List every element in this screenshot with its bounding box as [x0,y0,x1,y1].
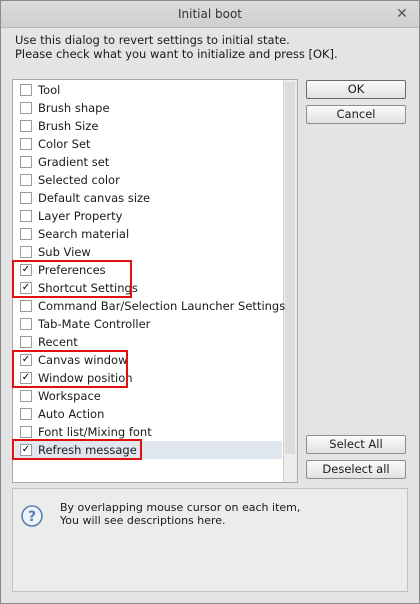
svg-text:?: ? [28,509,36,525]
checkbox-checked[interactable]: ✓ [20,444,32,456]
checkbox-unchecked[interactable] [20,84,32,96]
checkbox-unchecked[interactable] [20,336,32,348]
checkbox-checked[interactable]: ✓ [20,372,32,384]
checkbox-unchecked[interactable] [20,138,32,150]
checkbox-checked[interactable]: ✓ [20,282,32,294]
settings-checklist[interactable]: Tool Brush shape Brush Size Color Set Gradie… [12,79,298,483]
checklist-item-label: Brush Size [38,119,99,133]
checklist-item[interactable]: Layer Property [15,207,282,225]
checkbox-unchecked[interactable] [20,228,32,240]
title-bar: Initial boot ✕ [1,1,419,28]
checklist-item[interactable]: Tab-Mate Controller [15,315,282,333]
checkbox-unchecked[interactable] [20,246,32,258]
checklist-item[interactable]: Brush Size [15,117,282,135]
checkbox-unchecked[interactable] [20,192,32,204]
checklist-item-label: Tool [38,83,61,97]
checklist-item-label: Auto Action [38,407,105,421]
checklist-item[interactable]: ✓ Preferences [15,261,282,279]
checklist-item-label: Selected color [38,173,120,187]
checkbox-unchecked[interactable] [20,318,32,330]
checklist-item-label: Workspace [38,389,101,403]
checklist-item[interactable]: Sub View [15,243,282,261]
deselect-all-button[interactable]: Deselect all [306,460,406,479]
checklist-item-label: Default canvas size [38,191,151,205]
checklist-item[interactable]: Auto Action [15,405,282,423]
checklist-item-label: Refresh message [38,443,137,457]
ok-button[interactable]: OK [306,80,406,99]
checklist-item-label: Preferences [38,263,106,277]
select-all-button[interactable]: Select All [306,435,406,454]
checklist-item-label: Gradient set [38,155,110,169]
checkbox-unchecked[interactable] [20,300,32,312]
description-text: By overlapping mouse cursor on each item… [60,501,300,527]
list-scrollbar[interactable] [283,80,297,482]
checklist-item[interactable]: ✓ Window position [15,369,282,387]
checklist-item[interactable]: ✓ Shortcut Settings [15,279,282,297]
description-line-1: By overlapping mouse cursor on each item… [60,501,301,514]
initial-boot-dialog: Initial boot ✕ Use this dialog to revert… [0,0,420,604]
checklist-item-label: Font list/Mixing font [38,425,152,439]
checklist-item[interactable]: Recent [15,333,282,351]
checklist-item-label: Shortcut Settings [38,281,138,295]
checklist-item[interactable]: Tool [15,81,282,99]
checkbox-checked[interactable]: ✓ [20,264,32,276]
checklist-item-label: Canvas window [38,353,128,367]
checklist-item-label: Search material [38,227,130,241]
checklist-item[interactable]: ✓ Canvas window [15,351,282,369]
description-panel: ? By overlapping mouse cursor on each it… [12,488,408,592]
checkbox-checked[interactable]: ✓ [20,354,32,366]
checkbox-unchecked[interactable] [20,174,32,186]
checklist-item[interactable]: Search material [15,225,282,243]
checklist-item-label: Layer Property [38,209,123,223]
checklist-item-label: Tab-Mate Controller [38,317,151,331]
checkbox-unchecked[interactable] [20,156,32,168]
checklist-item-label: Window position [38,371,133,385]
checklist-item-label: Sub View [38,245,91,259]
dialog-title: Initial boot [177,7,243,21]
checklist-item[interactable]: ✓ Refresh message [15,441,282,459]
scrollbar-track[interactable] [285,82,295,454]
help-icon: ? [21,505,43,527]
instructions-line-1: Use this dialog to revert settings to in… [15,33,290,47]
checklist-item[interactable]: Color Set [15,135,282,153]
checklist-item[interactable]: Default canvas size [15,189,282,207]
checkbox-unchecked[interactable] [20,120,32,132]
checkbox-unchecked[interactable] [20,210,32,222]
checklist-item[interactable]: Selected color [15,171,282,189]
instructions: Use this dialog to revert settings to in… [15,33,338,61]
checklist-item[interactable]: Brush shape [15,99,282,117]
checkbox-unchecked[interactable] [20,102,32,114]
checklist-item-label: Recent [38,335,78,349]
instructions-line-2: Please check what you want to initialize… [15,47,338,61]
checklist-item-label: Color Set [38,137,91,151]
checklist-item-label: Brush shape [38,101,110,115]
description-line-2: You will see descriptions here. [60,514,226,527]
checklist-item[interactable]: Command Bar/Selection Launcher Settings [15,297,286,315]
checklist-item[interactable]: Font list/Mixing font [15,423,282,441]
checklist-item[interactable]: Workspace [15,387,282,405]
checkbox-unchecked[interactable] [20,390,32,402]
cancel-button[interactable]: Cancel [306,105,406,124]
close-button[interactable]: ✕ [393,5,411,23]
checkbox-unchecked[interactable] [20,408,32,420]
checkbox-unchecked[interactable] [20,426,32,438]
checklist-item-label: Command Bar/Selection Launcher Settings [38,299,286,313]
checklist-item[interactable]: Gradient set [15,153,282,171]
